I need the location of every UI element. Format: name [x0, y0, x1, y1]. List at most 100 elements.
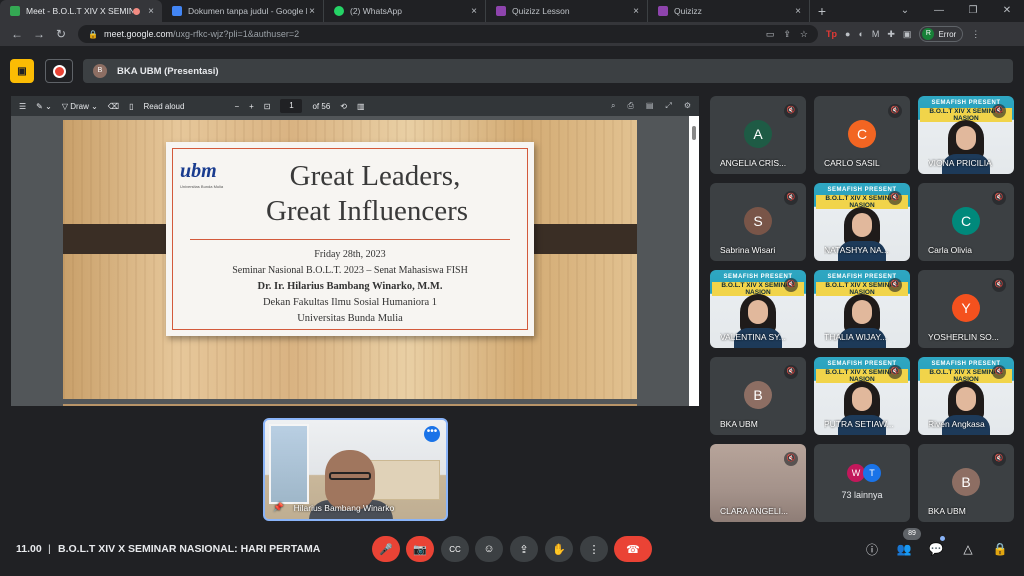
tab-close-icon[interactable]: × [631, 6, 641, 17]
participant-name: BKA UBM [720, 419, 758, 429]
participant-tile[interactable]: 🔇 CLARA ANGELI... [710, 444, 806, 522]
participant-tile[interactable]: SEMAFISH PRESENT B.O.L.T XIV X SEMINAR NA… [814, 183, 910, 261]
highlight-icon[interactable]: ✎ ⌄ [36, 102, 52, 111]
tab-title: Quizizz Lesson [512, 6, 570, 16]
tab-close-icon[interactable]: × [793, 6, 803, 17]
participant-name: PUTRA SETIAW... [824, 419, 894, 429]
participant-tile[interactable]: Y 🔇 YOSHERLIN SO... [918, 270, 1014, 348]
camera-permission-icon[interactable]: ▭ [766, 29, 775, 40]
tab-search-icon[interactable]: ⌄ [888, 0, 922, 22]
lock-icon[interactable]: 🔒 [88, 30, 98, 39]
tab-close-icon[interactable]: × [307, 6, 317, 17]
meet-favicon-icon [10, 6, 20, 16]
reader-icon[interactable]: ▯ [129, 102, 133, 111]
participant-tile[interactable]: C 🔇 CARLO SASIL [814, 96, 910, 174]
tab-quizizz[interactable]: Quizizz × [648, 0, 810, 22]
meeting-name: B.O.L.T XIV X SEMINAR NASIONAL: HARI PER… [58, 543, 321, 555]
participant-tile[interactable]: SEMAFISH PRESENT B.O.L.T XIV X SEMINAR NA… [814, 357, 910, 435]
camera-off-button[interactable]: 📷 [406, 536, 434, 562]
participant-tile[interactable]: B 🔇 BKA UBM [710, 357, 806, 435]
save-icon[interactable]: ▤ [646, 101, 654, 111]
page-number-input[interactable]: 1 [280, 99, 303, 113]
more-options-button[interactable]: ⋮ [580, 536, 608, 562]
profile-error-button[interactable]: R Error [919, 26, 964, 42]
people-icon[interactable]: 👥 [895, 540, 913, 558]
share-icon[interactable]: ⇪ [783, 29, 791, 40]
participant-tile[interactable]: SEMAFISH PRESENT B.O.L.T XIV X SEMINAR NA… [710, 270, 806, 348]
more-options-icon[interactable]: ••• [424, 426, 440, 442]
extension-icon[interactable]: ● [845, 29, 850, 39]
read-aloud-button[interactable]: Read aloud [144, 102, 185, 111]
reload-button[interactable]: ↻ [50, 27, 72, 41]
extensions-puzzle-icon[interactable]: ✚ [887, 29, 895, 40]
restore-button[interactable]: ❐ [956, 0, 990, 22]
participant-tile[interactable]: SEMAFISH PRESENT B.O.L.T XIV X SEMINAR NA… [918, 357, 1014, 435]
tab-close-icon[interactable]: × [469, 6, 479, 17]
extension-tp-icon[interactable]: Tp [826, 29, 837, 39]
participant-tile[interactable]: SEMAFISH PRESENT B.O.L.T XIV X SEMINAR NA… [918, 96, 1014, 174]
participant-name: 📌 Hilarius Bambang Winarko [273, 502, 394, 513]
tab-whatsapp[interactable]: (2) WhatsApp × [324, 0, 486, 22]
print-icon[interactable]: ⎙ [627, 101, 633, 111]
recording-button[interactable] [45, 59, 73, 83]
activities-icon[interactable]: △ [959, 540, 977, 558]
tab-title: Quizizz [674, 6, 702, 16]
two-page-icon[interactable]: ▥ [357, 102, 365, 111]
page-total: of 56 [312, 101, 331, 111]
forward-button[interactable]: → [28, 27, 50, 41]
rotate-icon[interactable]: ⟲ [340, 102, 347, 111]
participant-tile[interactable]: C 🔇 Carla Olivia [918, 183, 1014, 261]
participant-tile[interactable]: S 🔇 Sabrina Wisari [710, 183, 806, 261]
host-controls-icon[interactable]: 🔒 [991, 540, 1009, 558]
reactions-button[interactable]: ☺ [475, 536, 503, 562]
minimize-button[interactable]: — [922, 0, 956, 22]
leave-call-button[interactable]: ☎ [614, 536, 652, 562]
scroll-thumb[interactable] [692, 126, 696, 140]
extension-icon[interactable]: M [872, 29, 880, 39]
side-panel-icon[interactable]: ▣ [903, 29, 912, 40]
participant-tile[interactable]: A 🔇 ANGELIA CRIS... [710, 96, 806, 174]
address-bar-row: ← → ↻ 🔒 meet.google.com /uxg-rfkc-wjz?pl… [0, 22, 1024, 46]
activity-icon[interactable]: ▣ [10, 59, 34, 83]
tab-quizizz-lesson[interactable]: Quizizz Lesson × [486, 0, 648, 22]
avatar: T [863, 464, 881, 482]
participant-tile[interactable]: B 🔇 BKA UBM [918, 444, 1014, 522]
more-participants-label: 73 lainnya [841, 490, 883, 500]
eraser-icon[interactable]: ⌫ [108, 102, 119, 111]
pin-icon[interactable]: 📌 [273, 502, 284, 513]
tab-meet[interactable]: Meet - B.O.L.T XIV X SEMINA × [0, 0, 162, 22]
bookmark-star-icon[interactable]: ☆ [800, 29, 808, 40]
presenter-label: BKA UBM (Presentasi) [117, 65, 219, 77]
fit-page-icon[interactable]: ⊡ [264, 102, 271, 111]
tab-close-icon[interactable]: × [146, 6, 156, 17]
expand-icon[interactable]: ⤢ [665, 101, 671, 111]
settings-icon[interactable]: ⚙ [684, 101, 691, 111]
url-input[interactable]: 🔒 meet.google.com /uxg-rfkc-wjz?pli=1&au… [78, 25, 818, 43]
meeting-details-icon[interactable]: ⓘ [863, 540, 881, 558]
mic-off-button[interactable]: 🎤 [372, 536, 400, 562]
zoom-out-button[interactable]: − [234, 102, 239, 111]
extension-icon[interactable]: ◐ [858, 29, 863, 39]
present-button[interactable]: ⇪ [510, 536, 538, 562]
avatar: B [93, 64, 107, 78]
pdf-scrollbar[interactable] [689, 116, 699, 406]
quizizz-favicon-icon [496, 6, 506, 16]
contents-menu-icon[interactable]: ☰ [19, 102, 26, 111]
search-icon[interactable]: ⌕ [611, 101, 615, 111]
muted-mic-icon: 🔇 [784, 452, 798, 466]
raise-hand-button[interactable]: ✋ [545, 536, 573, 562]
new-tab-button[interactable]: + [810, 0, 834, 22]
pinned-speaker-tile[interactable]: ••• 📌 Hilarius Bambang Winarko [263, 418, 448, 521]
draw-button[interactable]: ▽ Draw ⌄ [62, 102, 98, 111]
tab-google-docs[interactable]: Dokumen tanpa judul - Google D × [162, 0, 324, 22]
more-participants-tile[interactable]: W T 73 lainnya [814, 444, 910, 522]
back-button[interactable]: ← [6, 27, 28, 41]
participant-name: YOSHERLIN SO... [928, 332, 999, 342]
chat-icon[interactable]: 💬 [927, 540, 945, 558]
avatar: A [744, 120, 772, 148]
close-window-button[interactable]: ✕ [990, 0, 1024, 22]
zoom-in-button[interactable]: + [249, 102, 254, 111]
participant-tile[interactable]: SEMAFISH PRESENT B.O.L.T XIV X SEMINAR NA… [814, 270, 910, 348]
browser-menu-icon[interactable]: ⋮ [971, 29, 980, 40]
captions-button[interactable]: CC [441, 536, 469, 562]
